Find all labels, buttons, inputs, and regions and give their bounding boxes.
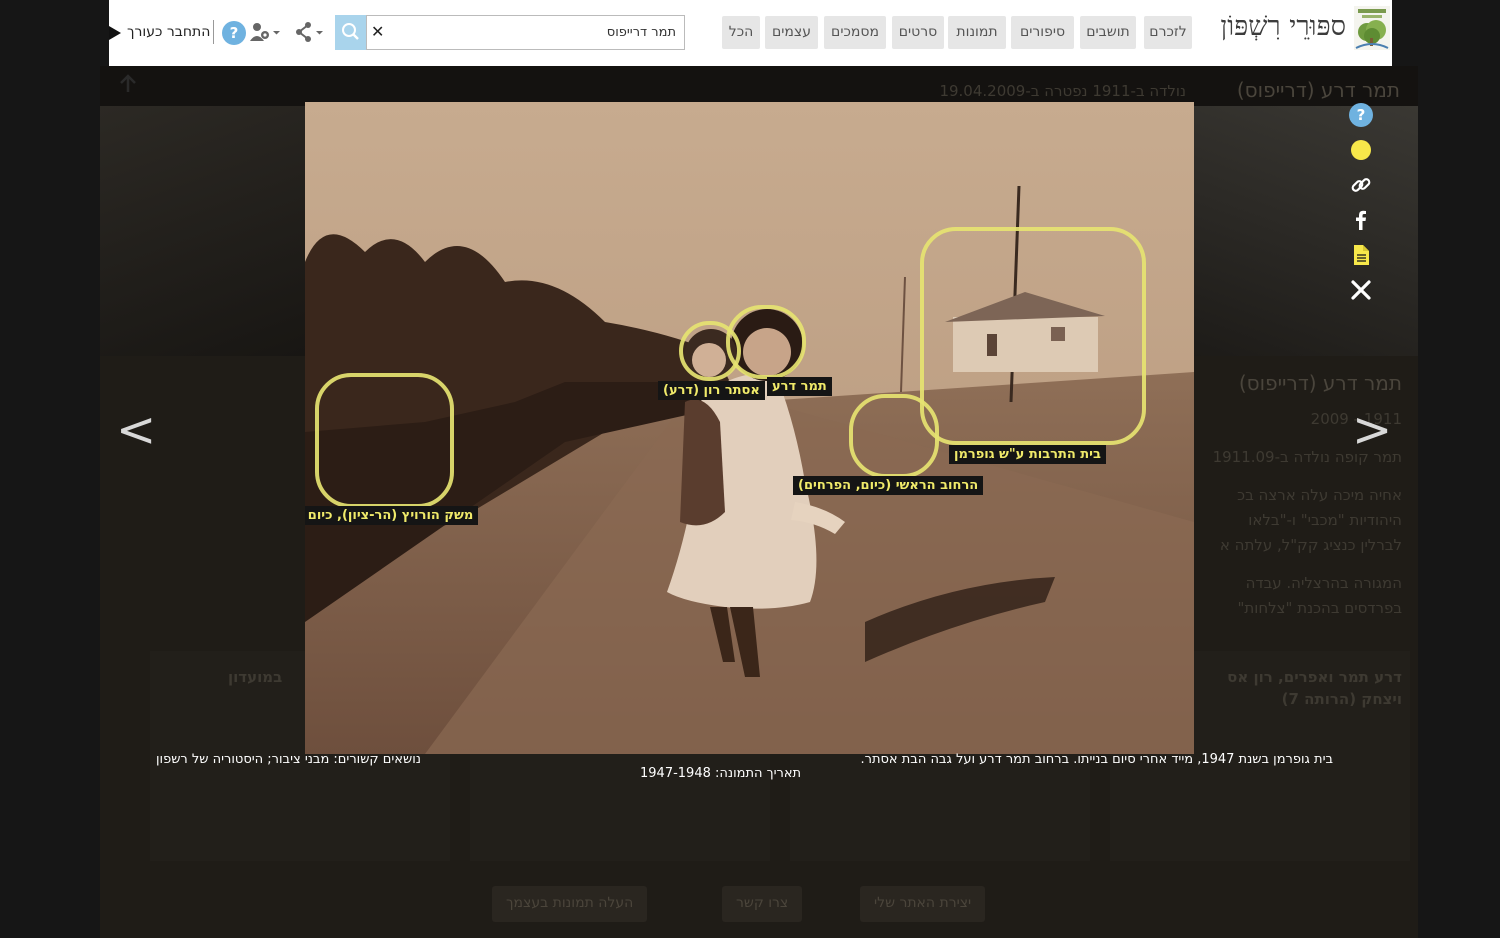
- nav-documents[interactable]: מסמכים: [824, 16, 886, 49]
- photo-tag-label-horowitz[interactable]: משק הורויץ (הר-ציון), כיום להן: [305, 506, 479, 525]
- photo-tag-label-main-street[interactable]: הרחוב הראשי (כיום, הפרחים): [793, 476, 984, 495]
- background-contact-button[interactable]: צרו קשר: [722, 886, 803, 922]
- nav-all[interactable]: הכל: [722, 16, 760, 49]
- background-bio-line: המגורה בהרצליה. עבדה: [1245, 574, 1402, 592]
- background-card-title: דרע תמר ואפרים, רון אס: [1227, 668, 1402, 686]
- top-bar: ספּוּרֵי רִשְׁפּוֹן לזכרם תושבים סיפורים…: [109, 0, 1392, 66]
- arrow-up-icon[interactable]: [118, 74, 138, 94]
- nav-stories[interactable]: סיפורים: [1011, 16, 1074, 49]
- background-bio-line: היהודיות "מכבי" ו-"בלאו: [1248, 511, 1402, 529]
- previous-photo-button[interactable]: <: [116, 405, 156, 455]
- search-button[interactable]: [335, 15, 366, 50]
- background-bio-line: לברלין כנציג קק"ל, עלתה א: [1219, 536, 1402, 554]
- close-icon[interactable]: [1349, 278, 1373, 302]
- background-card-title: במועדון: [228, 668, 283, 686]
- nav-films[interactable]: סרטים: [892, 16, 944, 49]
- photo-date: תאריך התמונה: 1947-1948: [640, 766, 802, 781]
- photo-tag-label-culture-house[interactable]: בית התרבות ע"ש גופרמן: [949, 445, 1106, 464]
- background-hero-image-right: [1188, 106, 1418, 356]
- link-icon[interactable]: [1349, 173, 1373, 197]
- background-upload-button[interactable]: העלה תמונות בעצמך: [492, 886, 648, 922]
- users-settings-icon[interactable]: [249, 20, 285, 44]
- yellow-dot-icon[interactable]: [1349, 138, 1373, 162]
- photo-related-topics[interactable]: נושאים קשורים: מבני ציבור; היסטוריה של ר…: [156, 752, 421, 767]
- search-icon: [342, 23, 359, 40]
- photo-tag-circle[interactable]: [315, 373, 454, 508]
- svg-text:?: ?: [230, 24, 239, 42]
- background-header-title: תמר דרע (דרייפוס): [1236, 78, 1400, 102]
- background-card-subtitle: ויצחק (הרותה 7): [1281, 690, 1402, 708]
- photo-tag-circle[interactable]: [920, 227, 1146, 445]
- close-icon[interactable]: ✕: [371, 22, 384, 41]
- share-icon[interactable]: [295, 20, 325, 44]
- lightbox-photo: משק הורויץ (הר-ציון), כיום להן אסתר רון …: [305, 102, 1194, 754]
- svg-text:?: ?: [1357, 106, 1366, 124]
- question-circle-icon[interactable]: ?: [1349, 103, 1373, 127]
- facebook-icon[interactable]: [1349, 208, 1373, 232]
- background-bio-line: בפרדסים בהכנת "צלחות": [1237, 599, 1402, 617]
- divider: [213, 20, 214, 44]
- background-person-title: תמר דרע (דרייפוס): [1238, 371, 1402, 395]
- background-create-site-button[interactable]: יצירת האתר שלי: [860, 886, 986, 922]
- site-logo-text[interactable]: ספּוּרֵי רִשְׁפּוֹן: [1220, 11, 1346, 42]
- background-bio-line: אחיה מיכה עלה ארצה בכ: [1237, 486, 1402, 504]
- next-photo-button[interactable]: >: [1352, 405, 1392, 455]
- nav-objects[interactable]: עצמים: [765, 16, 818, 49]
- arrow-icon[interactable]: [109, 26, 121, 40]
- question-circle-icon[interactable]: ?: [222, 21, 246, 45]
- photo-description: בית גופרמן בשנת 1947, מייד אחרי סיום בני…: [860, 752, 1333, 767]
- search-input-value[interactable]: תמר דרייפוס: [607, 25, 676, 40]
- background-hero-image-left: [100, 106, 310, 356]
- nav-photos[interactable]: תמונות: [948, 16, 1006, 49]
- logo-tree-icon[interactable]: [1354, 6, 1390, 50]
- background-header-dates: נולדה ב-1911 נפטרה ב-19.04.2009: [939, 82, 1186, 100]
- photo-tag-label-tamar[interactable]: תמר דרע: [767, 377, 832, 396]
- login-as-editor-link[interactable]: התחבר כעורך: [127, 24, 210, 40]
- nav-residents[interactable]: תושבים: [1080, 16, 1136, 49]
- document-icon[interactable]: [1349, 243, 1373, 267]
- nav-memorial[interactable]: לזכרם: [1144, 16, 1192, 49]
- photo-tag-label-ester[interactable]: אסתר רון (דרע): [658, 381, 765, 400]
- search-input[interactable]: תמר דרייפוס ✕: [366, 15, 685, 50]
- photo-tag-circle[interactable]: [726, 305, 806, 379]
